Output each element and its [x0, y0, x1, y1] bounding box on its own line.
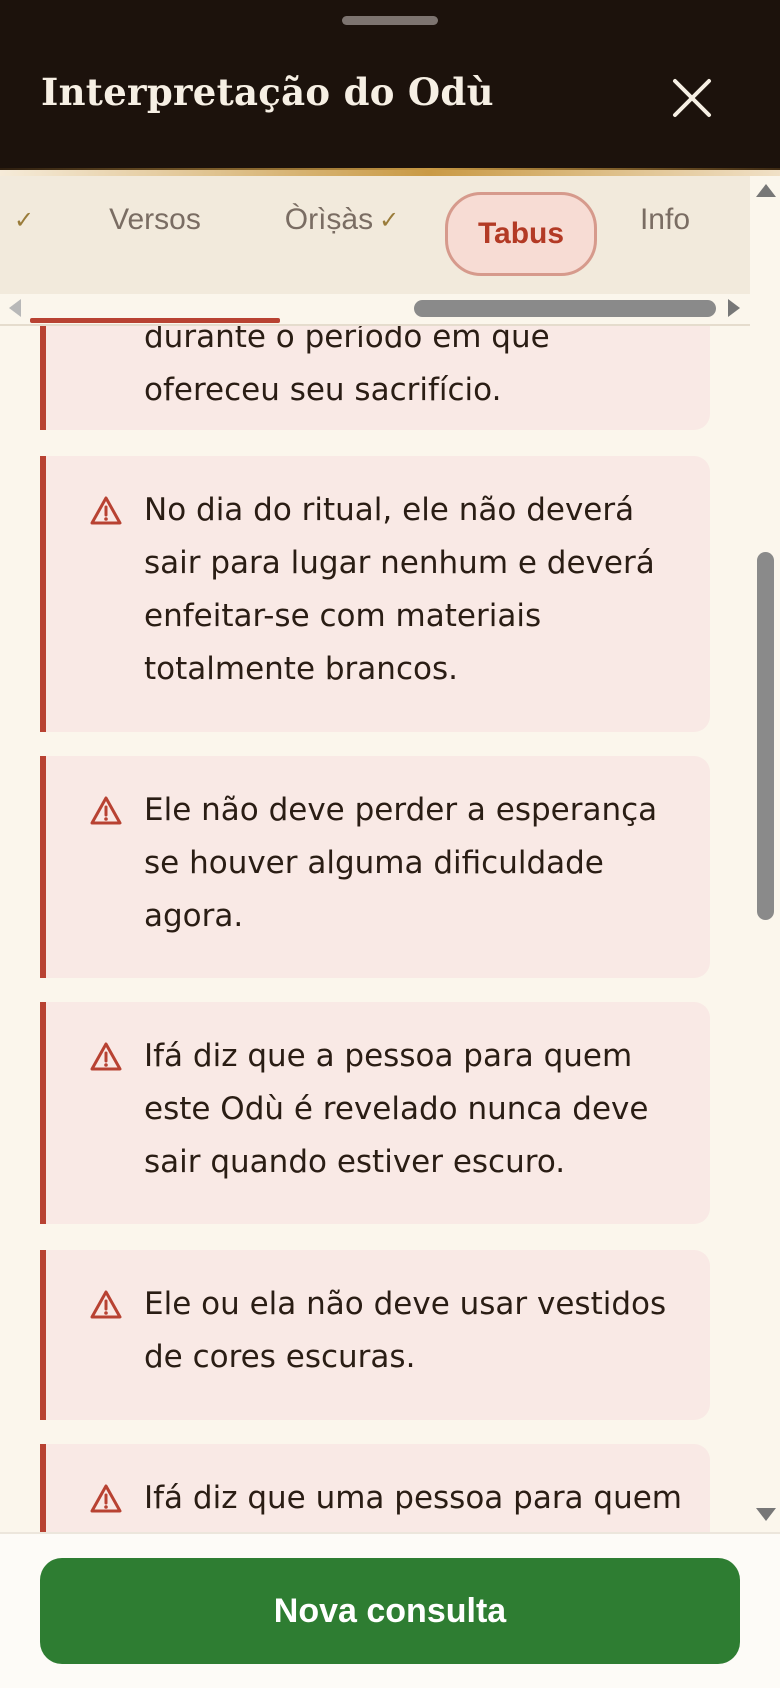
- tab-versos[interactable]: Versos: [92, 190, 218, 250]
- active-tab-indicator: [30, 318, 280, 323]
- tab-label: Info: [639, 203, 691, 236]
- tab-orisas[interactable]: Òrìṣàs ✓: [272, 190, 412, 250]
- tab-label: Tabus: [477, 217, 565, 250]
- tabu-text: Ifá diz que a pessoa para quem este Odù …: [144, 1038, 649, 1180]
- tabu-card: No dia do ritual, ele não deverá sair pa…: [40, 456, 710, 732]
- tab-bar: ✓ Versos Òrìṣàs ✓ Tabus Info: [0, 176, 750, 294]
- new-consultation-button[interactable]: Nova consulta: [40, 1558, 740, 1664]
- close-icon: [673, 79, 711, 117]
- check-icon: ✓: [379, 206, 400, 234]
- tabu-card: Ifá diz que a pessoa para quem este Odù …: [40, 1002, 710, 1224]
- scroll-up-arrow[interactable]: [756, 184, 776, 197]
- tabu-text: Ele não deve perder a esperança se houve…: [144, 792, 658, 934]
- modal-header: Interpretação do Odù: [0, 0, 780, 170]
- tabu-card: Ifá diz que uma pessoa para quem: [40, 1444, 710, 1532]
- warning-icon: [90, 796, 122, 825]
- header-divider: [0, 168, 780, 176]
- tab-tabus[interactable]: Tabus: [445, 192, 597, 276]
- page-title: Interpretação do Odù: [41, 70, 494, 114]
- warning-icon: [90, 1484, 122, 1513]
- drag-handle[interactable]: [342, 16, 438, 25]
- check-icon: ✓: [13, 206, 35, 234]
- vertical-scrollbar-thumb[interactable]: [757, 552, 774, 920]
- tab-info[interactable]: Info: [628, 190, 702, 250]
- tabu-text: durante o período em que ofereceu seu sa…: [144, 326, 550, 408]
- scroll-left-arrow[interactable]: [9, 299, 21, 317]
- close-button[interactable]: [666, 72, 718, 124]
- tabu-card: Ele ou ela não deve usar vestidos de cor…: [40, 1250, 710, 1420]
- tab-label: Òrìṣàs: [284, 203, 374, 236]
- footer: Nova consulta: [0, 1532, 780, 1688]
- scroll-down-arrow[interactable]: [756, 1508, 776, 1521]
- tabu-text: No dia do ritual, ele não deverá sair pa…: [144, 492, 655, 687]
- tab-previous[interactable]: ✓: [6, 190, 36, 250]
- tabu-text: Ele ou ela não deve usar vestidos de cor…: [144, 1286, 667, 1375]
- tabu-card: durante o período em que ofereceu seu sa…: [40, 326, 710, 430]
- scroll-right-arrow[interactable]: [728, 299, 740, 317]
- warning-icon: [90, 1290, 122, 1319]
- warning-icon: [90, 1042, 122, 1071]
- tab-label: Versos: [109, 203, 201, 236]
- tabus-list[interactable]: durante o período em que ofereceu seu sa…: [0, 326, 750, 1532]
- tabu-text: Ifá diz que uma pessoa para quem: [144, 1480, 683, 1516]
- tabu-card: Ele não deve perder a esperança se houve…: [40, 756, 710, 978]
- tab-scrollbar-thumb[interactable]: [414, 300, 716, 317]
- warning-icon: [90, 496, 122, 525]
